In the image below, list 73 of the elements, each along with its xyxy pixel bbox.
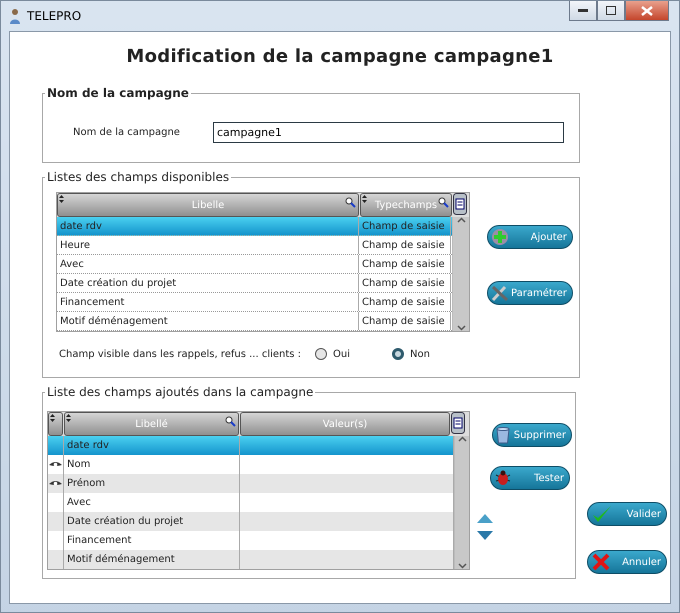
table-row[interactable]: Date création du projet Champ de saisie [57, 274, 452, 293]
radio-label: Non [410, 348, 430, 360]
validate-button[interactable]: Valider [587, 502, 667, 526]
search-icon[interactable] [345, 197, 356, 208]
sort-icon[interactable] [50, 414, 55, 422]
maximize-button[interactable] [597, 1, 625, 21]
table-row[interactable]: date rdv Champ de saisie [57, 217, 452, 236]
scroll-down-icon[interactable] [458, 563, 466, 569]
check-icon [591, 504, 613, 524]
table-row[interactable]: Avec Champ de saisie [57, 255, 452, 274]
radio-button[interactable] [392, 348, 404, 360]
table-row[interactable]: Motif déménagement [48, 550, 454, 569]
scroll-up-icon[interactable] [456, 217, 466, 223]
sort-icon[interactable] [362, 195, 367, 203]
table-cell: Champ de saisie [359, 255, 451, 273]
maximize-icon [606, 6, 616, 15]
name-input[interactable]: campagne1 [212, 122, 564, 143]
table-row[interactable]: Nom [48, 455, 454, 474]
radio-label: Oui [333, 348, 350, 360]
field-label: Nom de la campagne [73, 127, 180, 138]
scroll-up-icon[interactable] [458, 436, 466, 442]
group-legend: Liste des champs ajoutés dans la campagne [45, 385, 316, 399]
table-cell: date rdv [57, 217, 359, 235]
visibility-label: Champ visible dans les rappels, refus ... clients : [59, 348, 302, 360]
action-button[interactable]: Supprimer [492, 423, 572, 447]
minimize-button[interactable] [569, 1, 597, 21]
trash-icon [496, 426, 510, 444]
tools-icon [491, 284, 509, 302]
radio-button[interactable] [315, 348, 328, 360]
table-cell: Champ de saisie [359, 293, 451, 311]
group-legend: Listes des champs disponibles [45, 170, 232, 184]
table-cell: Motif déménagement [64, 550, 240, 569]
table-cell: Date création du projet [57, 274, 359, 292]
cancel-button[interactable]: Annuler [587, 550, 667, 574]
move-down-icon[interactable] [477, 531, 493, 540]
plus-icon [491, 228, 509, 246]
search-icon[interactable] [225, 416, 236, 427]
table-cell: Avec [57, 255, 359, 273]
action-button[interactable]: Ajouter [487, 225, 573, 249]
columns-icon[interactable] [451, 412, 465, 434]
table-cell: Champ de saisie [359, 312, 451, 330]
close-icon [641, 6, 653, 16]
scrollbar[interactable] [454, 436, 469, 569]
column-header[interactable] [48, 412, 63, 436]
table-row[interactable]: date rdv [48, 436, 454, 455]
bug-icon [494, 469, 512, 487]
search-icon[interactable] [438, 197, 449, 208]
sort-icon[interactable] [66, 414, 71, 422]
group-legend: Nom de la campagne [45, 86, 191, 100]
action-button[interactable]: Paramétrer [487, 281, 573, 305]
table-row[interactable]: Motif déménagement Champ de saisie [57, 312, 452, 331]
table-cell: Champ de saisie [359, 236, 451, 254]
table-row[interactable]: Heure Champ de saisie [57, 236, 452, 255]
action-button[interactable]: Tester [490, 466, 570, 490]
sort-icon[interactable] [59, 195, 64, 203]
dialog-heading: Modification de la campagne campagne1 [125, 46, 555, 67]
table-cell: Champ de saisie [359, 274, 451, 292]
move-up-icon[interactable] [477, 514, 493, 523]
table-row[interactable]: Prénom [48, 474, 454, 493]
person-icon [9, 8, 21, 24]
table-cell: Motif déménagement [57, 312, 359, 330]
columns-icon[interactable] [453, 193, 467, 215]
close-icon [591, 552, 611, 572]
table-cell: Heure [57, 236, 359, 254]
table-row[interactable]: Date création du projet [48, 512, 454, 531]
minimize-icon [578, 8, 588, 12]
table-cell: Financement [57, 293, 359, 311]
close-button[interactable] [625, 1, 669, 21]
window-title: TELEPRO [27, 9, 82, 23]
table-cell: Champ de saisie [359, 217, 451, 235]
scrollbar[interactable] [452, 217, 469, 331]
scroll-down-icon[interactable] [456, 325, 466, 331]
table-row[interactable]: Financement Champ de saisie [57, 293, 452, 312]
